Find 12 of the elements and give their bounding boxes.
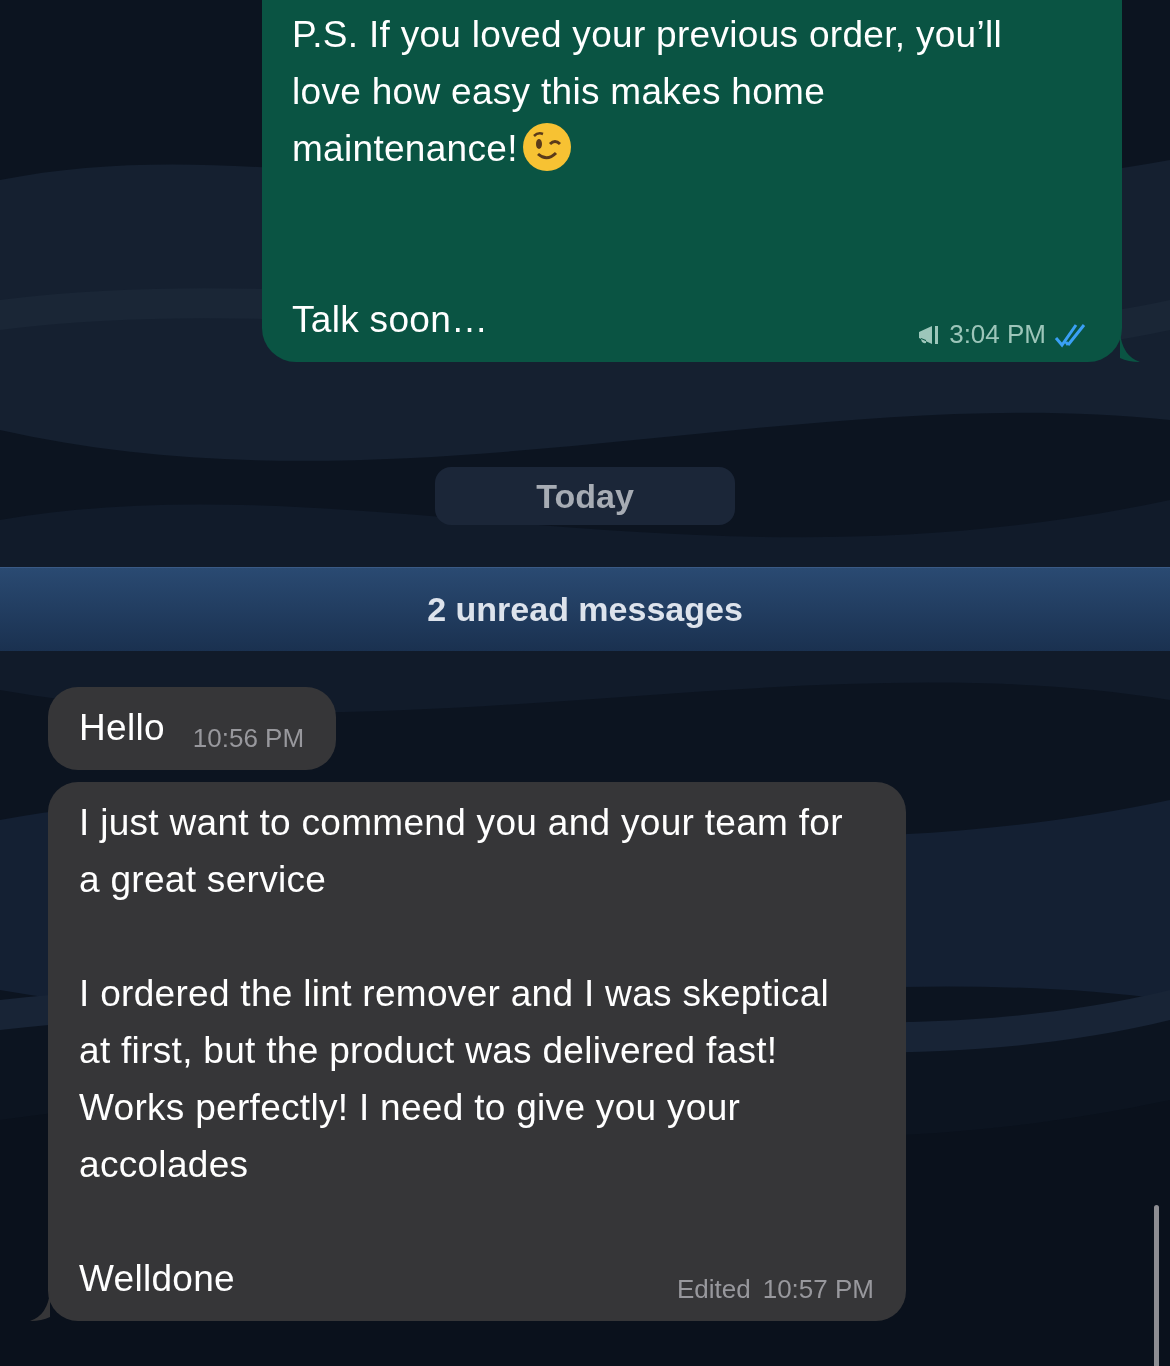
edited-label: Edited: [676, 1273, 751, 1306]
message-time: 3:04 PM: [949, 318, 1046, 351]
message-text: P.S. If you loved your previous order, you’ll love how easy this makes home maintenance!: [292, 14, 1003, 169]
message-text: I just want to commend you and your team for a great service: [79, 802, 843, 900]
message-text: Talk soon…: [292, 299, 489, 340]
date-divider: Today: [435, 467, 735, 525]
unread-banner: 2 unread messages: [0, 567, 1170, 651]
message-text: I ordered the lint remover and I was skeptical at first, but the product was delivered fast! Works perfectly! I need to give you your accolades: [79, 973, 830, 1185]
message-text: Welldone: [79, 1258, 235, 1299]
message-time: 10:57 PM: [762, 1273, 874, 1306]
message-text: Hello: [79, 707, 165, 748]
message-time: 10:56 PM: [192, 722, 305, 755]
